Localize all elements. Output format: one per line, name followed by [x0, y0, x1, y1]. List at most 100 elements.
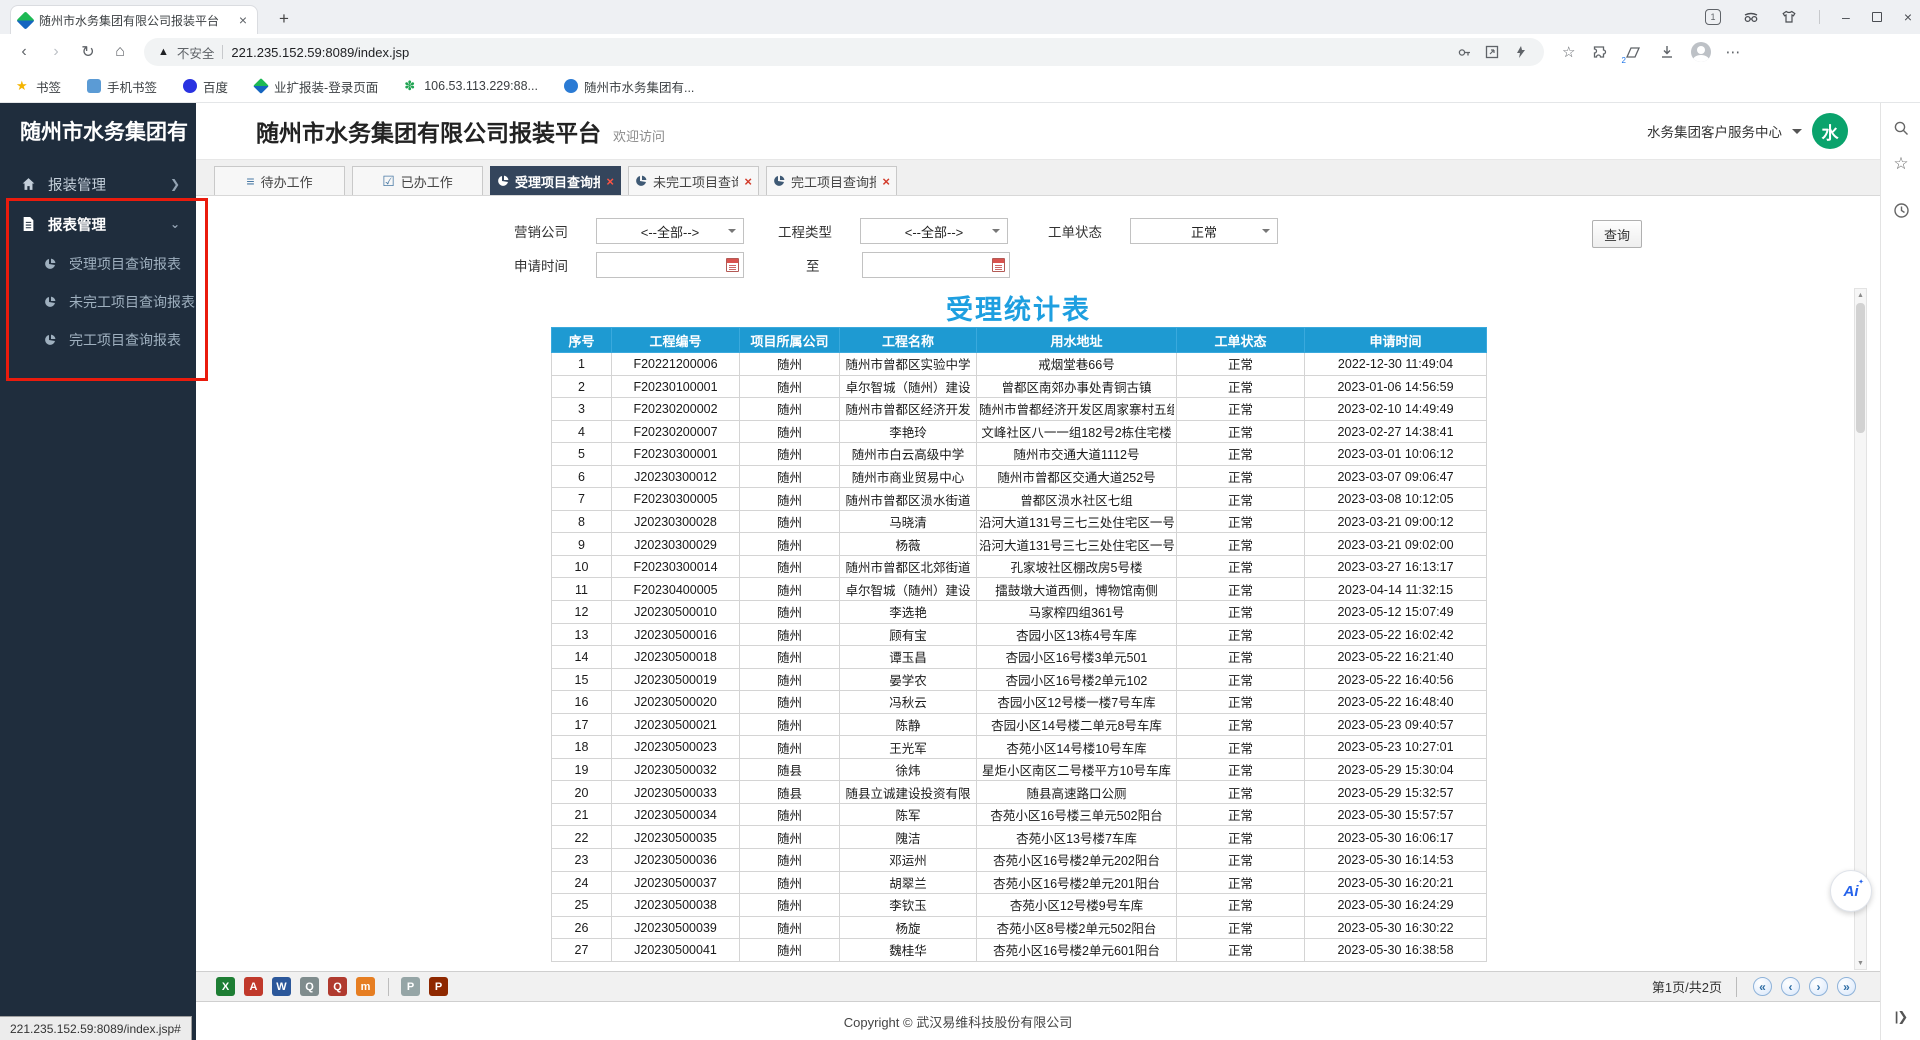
table-row[interactable]: 21J20230500034随州陈军杏苑小区16号楼三单元502阳台正常2023…: [552, 803, 1487, 826]
table-row[interactable]: 14J20230500018随州谭玉昌杏园小区16号楼3单元501正常2023-…: [552, 646, 1487, 669]
table-row[interactable]: 25J20230500038随州李钦玉杏苑小区12号楼9号车库正常2023-05…: [552, 894, 1487, 917]
tab-close-icon[interactable]: ×: [882, 174, 890, 189]
tab-close-icon[interactable]: ×: [606, 174, 614, 189]
sidebar-item-baozhuang[interactable]: 报装管理 ❯: [0, 165, 196, 203]
table-row[interactable]: 16J20230500020随州冯秋云杏园小区12号楼一楼7号车库正常2023-…: [552, 691, 1487, 714]
theme-skin-icon[interactable]: [1781, 9, 1797, 25]
downloads-icon[interactable]: [1657, 42, 1677, 62]
zoom-preview-icon[interactable]: Q: [300, 977, 319, 996]
table-row[interactable]: 20J20230500033随县随县立诚建设投资有限随县高速路口公厕正常2023…: [552, 781, 1487, 804]
prev-page-button[interactable]: ‹: [1781, 977, 1800, 996]
print-pdf-icon[interactable]: P: [429, 977, 448, 996]
work-tab[interactable]: 受理项目查询报表×: [490, 166, 621, 195]
pdf-export-icon[interactable]: A: [244, 977, 263, 996]
address-bar[interactable]: ▲ 不安全 221.235.152.59:8089/index.jsp: [144, 38, 1544, 66]
date-from-input[interactable]: [596, 252, 744, 278]
next-page-button[interactable]: ›: [1809, 977, 1828, 996]
print-icon[interactable]: P: [401, 977, 420, 996]
key-icon[interactable]: [1454, 42, 1474, 62]
expand-panel-icon[interactable]: |❯: [1881, 1002, 1920, 1032]
table-row[interactable]: 10F20230300014随州随州市曾都区北郊街道孔家坡社区棚改房5号楼正常2…: [552, 555, 1487, 578]
forward-button[interactable]: ›: [42, 38, 70, 66]
table-row[interactable]: 15J20230500019随州晏学农杏园小区16号楼2单元102正常2023-…: [552, 668, 1487, 691]
minimize-button[interactable]: –: [1842, 10, 1850, 24]
date-to-input[interactable]: [862, 252, 1010, 278]
sidebar-subitem[interactable]: 未完工项目查询报表: [0, 283, 196, 321]
home-button[interactable]: ⌂: [106, 38, 134, 66]
table-row[interactable]: 22J20230500035随州隗洁杏苑小区13号楼7车库正常2023-05-3…: [552, 826, 1487, 849]
bookmark-item[interactable]: 随州市水务集团有...: [564, 77, 694, 96]
calendar-icon[interactable]: [726, 258, 739, 272]
scroll-down-icon[interactable]: ▼: [1855, 957, 1866, 969]
table-row[interactable]: 26J20230500039随州杨旋杏苑小区8号楼2单元502阳台正常2023-…: [552, 916, 1487, 939]
bookmark-item[interactable]: 手机书签: [87, 77, 157, 96]
scroll-up-icon[interactable]: ▲: [1855, 289, 1866, 301]
user-menu[interactable]: 水务集团客户服务中心: [1647, 121, 1782, 141]
browser-tab[interactable]: 随州市水务集团有限公司报装平台 ×: [10, 5, 258, 34]
sidebar-item-baobiao[interactable]: 报表管理 ⌄: [0, 205, 196, 243]
table-row[interactable]: 5F20230300001随州随州市白云高级中学随州市交通大道1112号正常20…: [552, 443, 1487, 466]
table-row[interactable]: 8J20230300028随州马晓清沿河大道131号三七三处住宅区一号正常202…: [552, 510, 1487, 533]
table-row[interactable]: 6J20230300012随州随州市商业贸易中心随州市曾都区交通大道252号正常…: [552, 465, 1487, 488]
work-tab[interactable]: ≡待办工作: [214, 166, 345, 195]
history-icon[interactable]: [1881, 195, 1920, 225]
table-row[interactable]: 12J20230500010随州李选艳马家榨四组361号正常2023-05-12…: [552, 601, 1487, 624]
bookmark-star-icon[interactable]: ☆: [1562, 43, 1575, 61]
close-button[interactable]: ×: [1904, 10, 1912, 24]
last-page-button[interactable]: »: [1837, 977, 1856, 996]
table-row[interactable]: 18J20230500023随州王光军杏苑小区14号楼10号车库正常2023-0…: [552, 736, 1487, 759]
table-row[interactable]: 27J20230500041随州魏桂华杏苑小区16号楼2单元601阳台正常202…: [552, 939, 1487, 962]
table-row[interactable]: 3F20230200002随州随州市曾都区经济开发随州市曾都经济开发区周家寨村五…: [552, 398, 1487, 421]
company-select[interactable]: <--全部-->: [596, 218, 744, 244]
order-status-select[interactable]: 正常: [1130, 218, 1278, 244]
table-row[interactable]: 4F20230200007随州李艳玲文峰社区八一一组182号2栋住宅楼正常202…: [552, 420, 1487, 443]
flash-mode-icon[interactable]: [1510, 42, 1530, 62]
table-row[interactable]: 13J20230500016随州顾有宝杏园小区13栋4号车库正常2023-05-…: [552, 623, 1487, 646]
tab-count-icon[interactable]: 1: [1705, 9, 1721, 25]
bookmark-item[interactable]: 106.53.113.229:88...: [404, 79, 538, 93]
send-to-device-icon[interactable]: 2: [1623, 42, 1643, 62]
table-row[interactable]: 9J20230300029随州杨薇沿河大道131号三七三处住宅区一号正常2023…: [552, 533, 1487, 556]
incognito-icon[interactable]: [1743, 9, 1759, 25]
back-button[interactable]: ‹: [10, 38, 38, 66]
table-row[interactable]: 19J20230500032随县徐炜星炬小区南区二号楼平方10号车库正常2023…: [552, 758, 1487, 781]
profile-avatar-icon[interactable]: [1691, 42, 1711, 62]
tab-close-icon[interactable]: ×: [237, 12, 249, 28]
work-tab[interactable]: 未完工项目查询报表×: [628, 166, 759, 195]
print-preview-icon[interactable]: Q: [328, 977, 347, 996]
extensions-icon[interactable]: [1589, 42, 1609, 62]
calendar-icon[interactable]: [992, 258, 1005, 272]
table-row[interactable]: 7F20230300005随州随州市曾都区涢水街道曾都区涢水社区七组正常2023…: [552, 488, 1487, 511]
excel-export-icon[interactable]: X: [216, 977, 235, 996]
bookmark-item[interactable]: 书签: [16, 77, 61, 96]
word-export-icon[interactable]: W: [272, 977, 291, 996]
search-icon[interactable]: [1881, 113, 1920, 143]
bookmark-item[interactable]: 百度: [183, 77, 228, 96]
bookmark-item[interactable]: 业扩报装-登录页面: [254, 77, 378, 96]
reload-button[interactable]: ↻: [74, 38, 102, 66]
table-row[interactable]: 2F20230100001随州卓尔智城（随州）建设曾都区南郊办事处青铜古镇正常2…: [552, 375, 1487, 398]
table-row[interactable]: 23J20230500036随州邓运州杏苑小区16号楼2单元202阳台正常202…: [552, 849, 1487, 872]
browser-menu-icon[interactable]: ⋯: [1725, 43, 1741, 61]
table-row[interactable]: 1F20221200006随州随州市曾都区实验中学戒烟堂巷66号正常2022-1…: [552, 353, 1487, 376]
first-page-button[interactable]: «: [1753, 977, 1772, 996]
table-row[interactable]: 17J20230500021随州陈静杏园小区14号楼二单元8号车库正常2023-…: [552, 713, 1487, 736]
maximize-button[interactable]: [1872, 12, 1882, 22]
table-row[interactable]: 24J20230500037随州胡翠兰杏苑小区16号楼2单元201阳台正常202…: [552, 871, 1487, 894]
tab-close-icon[interactable]: ×: [744, 174, 752, 189]
sidebar-subitem[interactable]: 完工项目查询报表: [0, 321, 196, 359]
table-row[interactable]: 11F20230400005随州卓尔智城（随州）建设擂鼓墩大道西侧，博物馆南侧正…: [552, 578, 1487, 601]
user-avatar[interactable]: 水: [1812, 113, 1848, 149]
mht-export-icon[interactable]: m: [356, 977, 375, 996]
query-button[interactable]: 查询: [1592, 220, 1642, 248]
scrollbar-thumb[interactable]: [1856, 303, 1865, 433]
new-tab-button[interactable]: +: [272, 8, 296, 32]
favorites-icon[interactable]: ☆: [1881, 149, 1920, 179]
table-scrollbar[interactable]: ▲ ▼: [1854, 288, 1867, 970]
work-tab[interactable]: ☑已办工作: [352, 166, 483, 195]
sidebar-subitem[interactable]: 受理项目查询报表: [0, 245, 196, 283]
work-tab[interactable]: 完工项目查询报表×: [766, 166, 897, 195]
project-type-select[interactable]: <--全部-->: [860, 218, 1008, 244]
ai-assistant-button[interactable]: Ai ✦: [1830, 870, 1872, 912]
frame-capture-icon[interactable]: [1482, 42, 1502, 62]
